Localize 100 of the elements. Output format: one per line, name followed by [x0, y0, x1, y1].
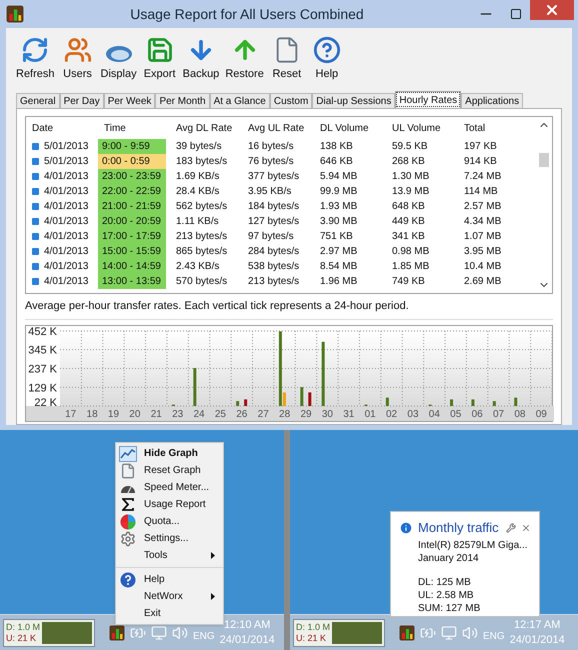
tab[interactable]: Applications: [461, 93, 524, 108]
tab[interactable]: Dial-up Sessions: [312, 93, 396, 108]
table-cell-text: 8.54 MB: [319, 260, 358, 274]
tray-app-icon[interactable]: [399, 624, 415, 640]
chart-bar: [386, 397, 389, 406]
column-header[interactable]: Time: [98, 120, 170, 136]
menu-item[interactable]: Hide Graph: [116, 445, 223, 462]
row-icon: [32, 203, 39, 210]
table-cell-text: 449 KB: [391, 215, 426, 229]
table-cell-text: 4/01/2013: [44, 170, 88, 184]
toolbar-button[interactable]: Refresh: [16, 36, 55, 82]
chart-bar: [450, 398, 454, 406]
maximize-icon[interactable]: [510, 8, 522, 20]
table-cell-text: 646 KB: [319, 155, 354, 169]
column-header[interactable]: DL Volume: [314, 120, 386, 136]
x-axis-label: 17: [65, 408, 76, 420]
table-cell-text: 377 bytes/s: [247, 170, 300, 184]
column-header[interactable]: Avg DL Rate: [170, 120, 242, 136]
x-axis-label: 29: [300, 408, 312, 420]
close-icon: [544, 2, 560, 18]
chart-bar: [471, 398, 474, 406]
x-axis-label: 27: [258, 408, 269, 420]
table-cell-text: 213 bytes/s: [247, 275, 300, 289]
traffic-meter[interactable]: D: 1.0 M U: 21 K: [293, 618, 385, 646]
toolbar-button[interactable]: Backup: [182, 36, 220, 82]
table-cell-text: 28.4 KB/s: [175, 185, 220, 199]
wrench-icon[interactable]: [506, 522, 516, 533]
tab[interactable]: Custom: [270, 93, 312, 108]
refresh-icon: [21, 36, 50, 64]
toolbar-button[interactable]: Restore: [225, 36, 264, 82]
table-cell-text: 10.4 MB: [463, 260, 502, 274]
menu-item[interactable]: Reset Graph: [116, 462, 223, 479]
toolbar-button[interactable]: Display: [100, 44, 137, 82]
x-axis-label: 02: [386, 408, 398, 420]
table-cell-text: 749 KB: [391, 275, 426, 289]
column-header[interactable]: Total: [458, 120, 530, 136]
chart-bar: [514, 397, 518, 406]
column-header[interactable]: Avg UL Rate: [242, 120, 314, 136]
traffic-meter[interactable]: D: 1.0 M U: 21 K: [3, 618, 95, 646]
menu-item[interactable]: Usage Report: [116, 496, 223, 513]
toolbar-button[interactable]: Export: [142, 36, 177, 82]
table-cell-text: 2.97 MB: [319, 245, 358, 259]
table-cell-text: 648 KB: [391, 200, 426, 214]
table-cell-text: 197 KB: [463, 140, 498, 154]
close-icon[interactable]: [521, 522, 531, 533]
balloon-text: January 2014: [418, 552, 480, 564]
toolbar-button[interactable]: Reset: [270, 36, 304, 82]
table-cell-text: 2.69 MB: [463, 275, 502, 289]
tab[interactable]: Hourly Rates: [395, 91, 462, 108]
balloon-text: SUM: 127 MB: [418, 602, 482, 614]
menu-item[interactable]: Settings...: [116, 530, 223, 547]
table-cell-text: 284 bytes/s: [247, 245, 300, 259]
table-cell-text: 3.95 KB/s: [247, 185, 292, 199]
submenu-arrow-icon: [211, 552, 215, 559]
table-cell-text: 538 bytes/s: [247, 260, 300, 274]
clock-date: 24/01/2014: [220, 632, 275, 648]
column-header[interactable]: UL Volume: [386, 120, 458, 136]
app-icon[interactable]: [6, 5, 24, 23]
table-cell-text: 1.96 MB: [319, 275, 358, 289]
balloon-title: Monthly traffic: [418, 519, 499, 537]
table-cell-text: 97 bytes/s: [247, 230, 295, 244]
x-axis-label: 04: [428, 408, 440, 420]
table-cell-text: 59.5 KB: [391, 140, 429, 154]
row-icon: [32, 143, 39, 150]
tab[interactable]: Per Week: [104, 93, 156, 108]
meter-graph: [42, 622, 92, 644]
row-icon: [32, 278, 39, 285]
chart-bar: [193, 367, 196, 406]
menu-item[interactable]: Tools: [116, 547, 223, 564]
tab[interactable]: Per Day: [60, 93, 104, 108]
table-cell-text: 4/01/2013: [44, 245, 88, 259]
table-cell-text: 0.98 MB: [391, 245, 430, 259]
table-cell-text: 4/01/2013: [44, 185, 88, 199]
menu-item[interactable]: Help: [116, 571, 223, 588]
tab[interactable]: General: [16, 93, 60, 108]
table-cell-text: 2.57 MB: [463, 200, 502, 214]
toolbar-button[interactable]: Help: [310, 36, 344, 82]
table-cell-text: 562 bytes/s: [175, 200, 228, 214]
menu-item[interactable]: NetWorx: [116, 588, 223, 605]
table-cell-text: 138 KB: [319, 140, 354, 154]
scroll-thumb[interactable]: [539, 153, 549, 167]
close-button[interactable]: [530, 0, 574, 20]
tray-app-icon[interactable]: [109, 624, 125, 640]
table-cell: 17:00 - 17:59: [98, 229, 166, 244]
table-cell-text: 1.30 MB: [391, 170, 430, 184]
y-axis-label: 345 K: [28, 344, 57, 356]
info-icon: [399, 520, 413, 535]
table-cell: 21:00 - 21:59: [98, 199, 166, 214]
menu-item[interactable]: Speed Meter...: [116, 479, 223, 496]
table-cell-text: 1.69 KB/s: [175, 170, 220, 184]
tab[interactable]: At a Glance: [210, 93, 270, 108]
help-icon: [312, 36, 341, 64]
x-axis-label: 07: [492, 408, 504, 420]
tab[interactable]: Per Month: [155, 93, 210, 108]
menu-item[interactable]: Quota...: [116, 513, 223, 530]
toolbar-button[interactable]: Users: [60, 36, 95, 82]
table-cell-text: 76 bytes/s: [247, 155, 295, 169]
column-header[interactable]: Date: [26, 120, 98, 136]
x-axis-label: 09: [536, 408, 547, 420]
upload-rate: U: 21 K: [6, 632, 38, 644]
